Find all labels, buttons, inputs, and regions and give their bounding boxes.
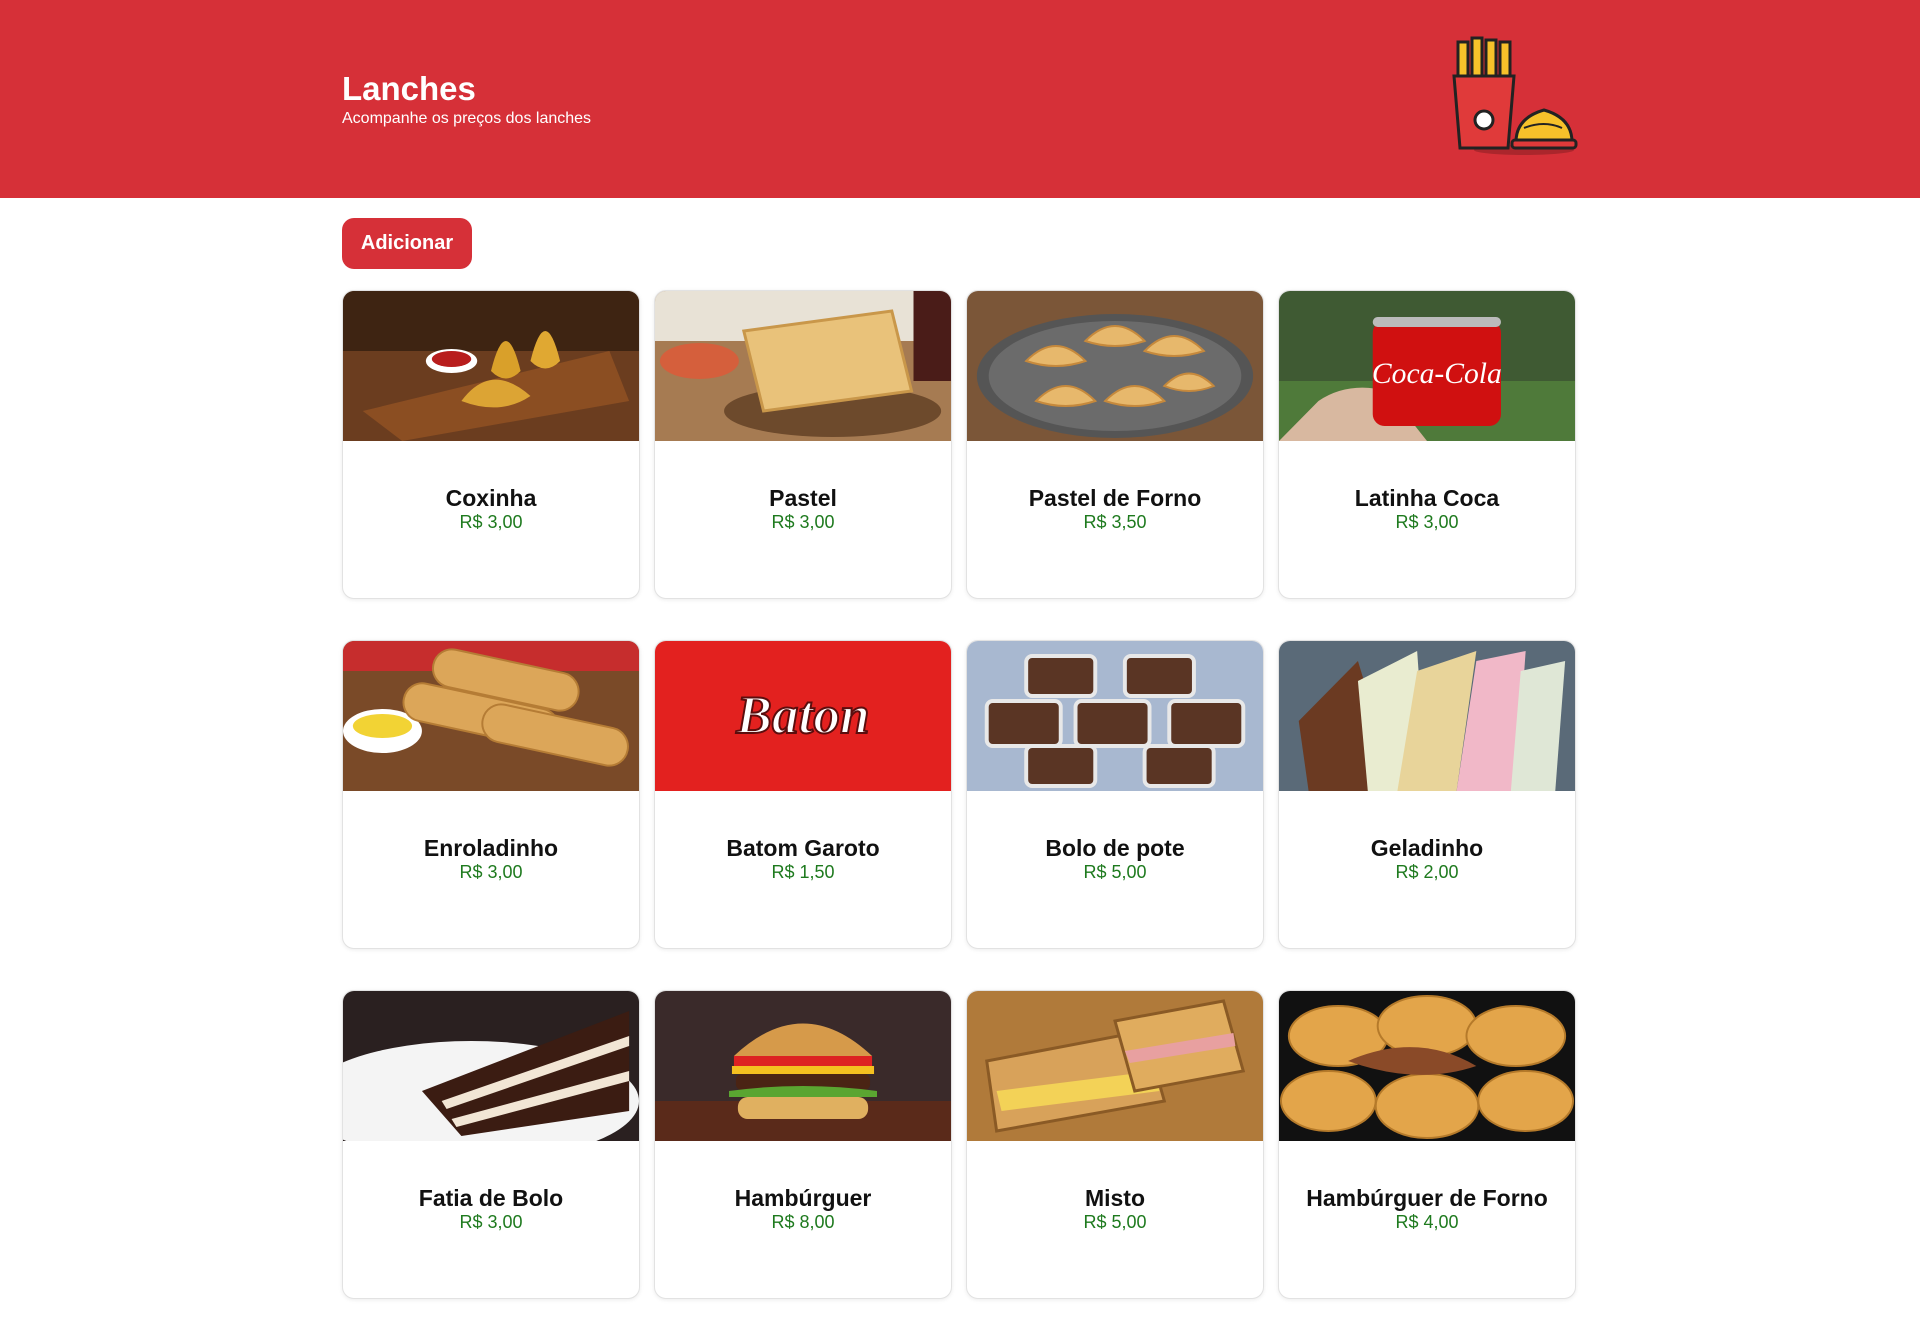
fries-and-snack-icon <box>1452 36 1578 155</box>
product-price: R$ 5,00 <box>1083 862 1147 882</box>
pastel-de-forno-image <box>967 291 1263 441</box>
product-price: R$ 2,00 <box>1395 862 1459 882</box>
product-name: Bolo de pote <box>1045 835 1185 861</box>
product-price: R$ 5,00 <box>1083 1212 1147 1232</box>
product-name: Pastel de Forno <box>1028 485 1202 511</box>
product-card[interactable]: Pastel de Forno R$ 3,50 <box>966 290 1264 599</box>
product-name: Pastel <box>769 485 837 511</box>
geladinho-image <box>1279 641 1575 791</box>
product-card[interactable]: Coca-Cola Latinha Coca R$ 3,00 <box>1278 290 1576 599</box>
product-price: R$ 3,00 <box>459 512 523 532</box>
pastel-image <box>655 291 951 441</box>
coxinha-image <box>343 291 639 441</box>
product-price: R$ 4,00 <box>1395 1212 1459 1232</box>
product-name: Latinha Coca <box>1354 485 1500 511</box>
product-grid: Coxinha R$ 3,00 Pastel R$ 3,00 Pastel de F… <box>342 290 1576 1299</box>
product-name: Coxinha <box>445 485 537 511</box>
product-card[interactable]: Fatia de Bolo R$ 3,00 <box>342 990 640 1299</box>
product-name: Batom Garoto <box>726 835 880 861</box>
svg-text:Baton: Baton <box>735 685 869 745</box>
misto-image <box>967 991 1263 1141</box>
enroladinho-image <box>343 641 639 791</box>
product-card[interactable]: Hambúrguer R$ 8,00 <box>654 990 952 1299</box>
hamburguer-image <box>655 991 951 1141</box>
fatia-de-bolo-image <box>343 991 639 1141</box>
page-title: Lanches <box>342 70 476 107</box>
product-card[interactable]: Geladinho R$ 2,00 <box>1278 640 1576 949</box>
svg-text:Coca-Cola: Coca-Cola <box>1372 357 1502 390</box>
add-button[interactable]: Adicionar <box>342 218 472 269</box>
product-price: R$ 3,00 <box>1395 512 1459 532</box>
batom-garoto-image: Baton <box>655 641 951 791</box>
product-card[interactable]: Hambúrguer de Forno R$ 4,00 <box>1278 990 1576 1299</box>
product-price: R$ 1,50 <box>771 862 835 882</box>
product-price: R$ 8,00 <box>771 1212 835 1232</box>
product-price: R$ 3,00 <box>459 1212 523 1232</box>
header-text: Lanches Acompanhe os preços dos lanches <box>342 68 591 128</box>
product-name: Hambúrguer de Forno <box>1306 1185 1548 1211</box>
product-name: Fatia de Bolo <box>418 1185 564 1211</box>
product-card[interactable]: Enroladinho R$ 3,00 <box>342 640 640 949</box>
product-price: R$ 3,00 <box>771 512 835 532</box>
product-name: Misto <box>1084 1185 1146 1211</box>
product-card[interactable]: Baton Batom Garoto R$ 1,50 <box>654 640 952 949</box>
product-card[interactable]: Coxinha R$ 3,00 <box>342 290 640 599</box>
product-price: R$ 3,50 <box>1083 512 1147 532</box>
product-card[interactable]: Pastel R$ 3,00 <box>654 290 952 599</box>
product-price: R$ 3,00 <box>459 862 523 882</box>
product-name: Hambúrguer <box>734 1185 872 1211</box>
hamburguer-de-forno-image <box>1279 991 1575 1141</box>
latinha-coca-image: Coca-Cola <box>1279 291 1575 441</box>
bolo-de-pote-image <box>967 641 1263 791</box>
page-subtitle: Acompanhe os preços dos lanches <box>342 110 592 127</box>
product-card[interactable]: Misto R$ 5,00 <box>966 990 1264 1299</box>
product-card[interactable]: Bolo de pote R$ 5,00 <box>966 640 1264 949</box>
page-header: Lanches Acompanhe os preços dos lanches <box>0 0 1920 198</box>
product-name: Enroladinho <box>423 835 559 861</box>
product-name: Geladinho <box>1370 835 1484 861</box>
